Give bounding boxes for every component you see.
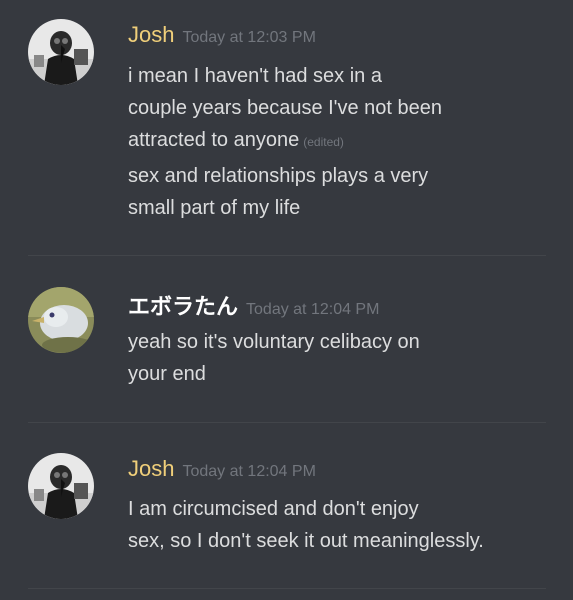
message-timestamp: Today at 12:04 PM <box>182 463 316 480</box>
message-body: i mean I haven't had sex in a couple yea… <box>128 60 558 158</box>
message-timestamp: Today at 12:03 PM <box>182 29 316 46</box>
message-timestamp: Today at 12:04 PM <box>246 301 380 318</box>
message-header: Josh Today at 12:03 PM <box>128 22 316 48</box>
message-body: I am circumcised and don't enjoy sex, so… <box>128 493 558 557</box>
message-line: your end <box>128 363 206 385</box>
chat-messages: Josh Today at 12:03 PM i mean I haven't h… <box>0 0 573 600</box>
message-line: attracted to anyone (edited) <box>128 124 558 158</box>
message-divider <box>28 588 546 589</box>
message-header: Josh Today at 12:04 PM <box>128 456 316 482</box>
message-body: yeah so it's voluntary celibacy on your … <box>128 326 558 390</box>
message-divider <box>28 422 546 423</box>
mask-avatar-icon[interactable] <box>28 19 94 85</box>
message-line: small part of my life <box>128 197 301 219</box>
author-name[interactable]: Josh <box>128 22 174 47</box>
author-name[interactable]: Josh <box>128 456 174 481</box>
message-header: エボラたん Today at 12:04 PM <box>128 289 379 321</box>
message-line: i mean I haven't had sex in a <box>128 65 382 87</box>
author-name[interactable]: エボラたん <box>128 295 238 320</box>
bird-avatar-icon[interactable] <box>28 287 94 353</box>
message-divider <box>28 255 546 256</box>
edited-label: (edited) <box>303 135 344 149</box>
message-line: sex and relationships plays a very <box>128 165 429 187</box>
message-line: yeah so it's voluntary celibacy on <box>128 331 420 353</box>
message-body: sex and relationships plays a very small… <box>128 160 558 224</box>
message-line: sex, so I don't seek it out meaninglessl… <box>128 530 484 552</box>
message-line-text: attracted to anyone <box>128 129 300 151</box>
message-line: couple years because I've not been <box>128 97 443 119</box>
mask-avatar-icon[interactable] <box>28 453 94 519</box>
message-line: I am circumcised and don't enjoy <box>128 498 419 520</box>
